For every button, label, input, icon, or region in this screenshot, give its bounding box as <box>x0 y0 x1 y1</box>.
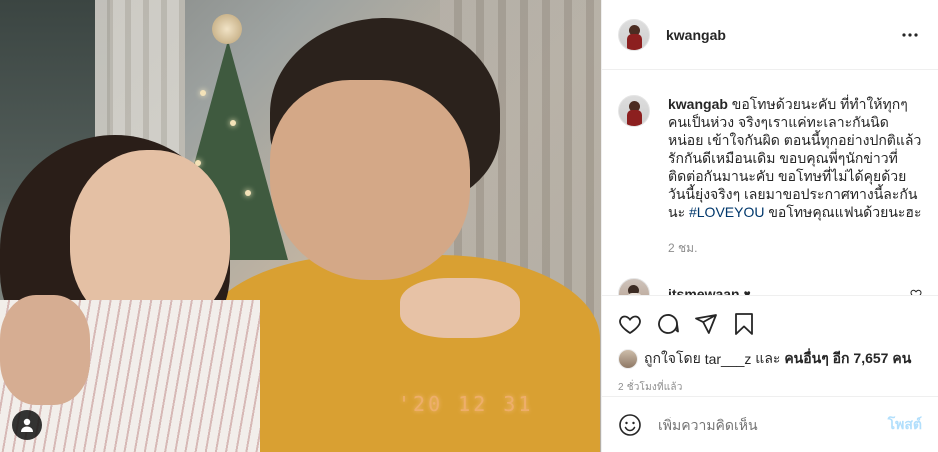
caption-content-after: ขอโทษคุณแฟนด้วยนะฮะ <box>768 204 922 220</box>
hand <box>400 278 520 338</box>
comment-text: ♥ <box>743 287 751 295</box>
action-bar <box>618 304 922 344</box>
comment-like-heart-icon[interactable] <box>910 288 922 295</box>
comments-list[interactable]: kwangab ขอโทษด้วยนะคับ ที่ทำให้ทุกๆคนเป็… <box>602 71 938 295</box>
likes-prefix: ถูกใจโดย <box>644 350 701 366</box>
tree-light <box>230 120 236 126</box>
tagged-users-button[interactable] <box>12 410 42 440</box>
caption-content: ขอโทษด้วยนะคับ ที่ทำให้ทุกๆคนเป็นห่วง จร… <box>668 96 922 220</box>
tree-star <box>212 14 242 44</box>
more-horizontal-icon[interactable] <box>898 23 922 47</box>
man-face <box>270 80 470 280</box>
comment-input[interactable] <box>658 416 888 433</box>
caption-time: 2 ชม. <box>668 241 698 255</box>
caption-text: kwangab ขอโทษด้วยนะคับ ที่ทำให้ทุกๆคนเป็… <box>668 95 922 221</box>
avatar-body <box>627 110 642 126</box>
bookmark-icon[interactable] <box>724 304 764 344</box>
likes-middle: และ <box>755 350 781 366</box>
caption: kwangab ขอโทษด้วยนะคับ ที่ทำให้ทุกๆคนเป็… <box>618 95 922 221</box>
caption-username[interactable]: kwangab <box>668 96 728 112</box>
comment-avatar[interactable] <box>618 278 650 295</box>
likes-others-link[interactable]: คนอื่นๆ อีก 7,657 คน <box>784 348 911 370</box>
heart-icon[interactable] <box>610 304 650 344</box>
post-comment-button[interactable]: โพสต์ <box>888 414 922 436</box>
post-details-panel: kwangab kwangab ขอโทษด้วยนะคับ ที่ทำให้ท… <box>601 0 938 452</box>
emoji-icon[interactable] <box>616 411 644 439</box>
likes-summary: ถูกใจโดย tar___z และ คนอื่นๆ อีก 7,657 ค… <box>618 348 922 370</box>
liker-avatar[interactable] <box>618 349 638 369</box>
man-shirt <box>200 255 600 452</box>
photo-timestamp: '20 12 31 <box>398 392 534 416</box>
tree-light <box>245 190 251 196</box>
add-comment-bar: โพสต์ <box>602 396 938 452</box>
caption-avatar[interactable] <box>618 95 650 127</box>
arm <box>0 295 90 405</box>
post-header: kwangab <box>602 0 938 70</box>
liker-username[interactable]: tar___z <box>705 351 752 367</box>
post-actions: ถูกใจโดย tar___z และ คนอื่นๆ อีก 7,657 ค… <box>602 295 938 395</box>
comment-username[interactable]: itsmewaan <box>668 286 740 295</box>
header-username[interactable]: kwangab <box>666 27 726 43</box>
comment-icon[interactable] <box>648 304 688 344</box>
comment: itsmewaan ♥ <box>618 278 922 295</box>
avatar[interactable] <box>618 18 650 51</box>
share-icon[interactable] <box>686 304 726 344</box>
avatar-body <box>627 33 642 50</box>
hashtag-link[interactable]: #LOVEYOU <box>689 204 764 220</box>
post-time[interactable]: 2 ชั่วโมงที่แล้ว <box>618 380 922 395</box>
post-photo[interactable]: '20 12 31 <box>0 0 601 452</box>
user-icon <box>21 418 33 432</box>
tree-light <box>200 90 206 96</box>
